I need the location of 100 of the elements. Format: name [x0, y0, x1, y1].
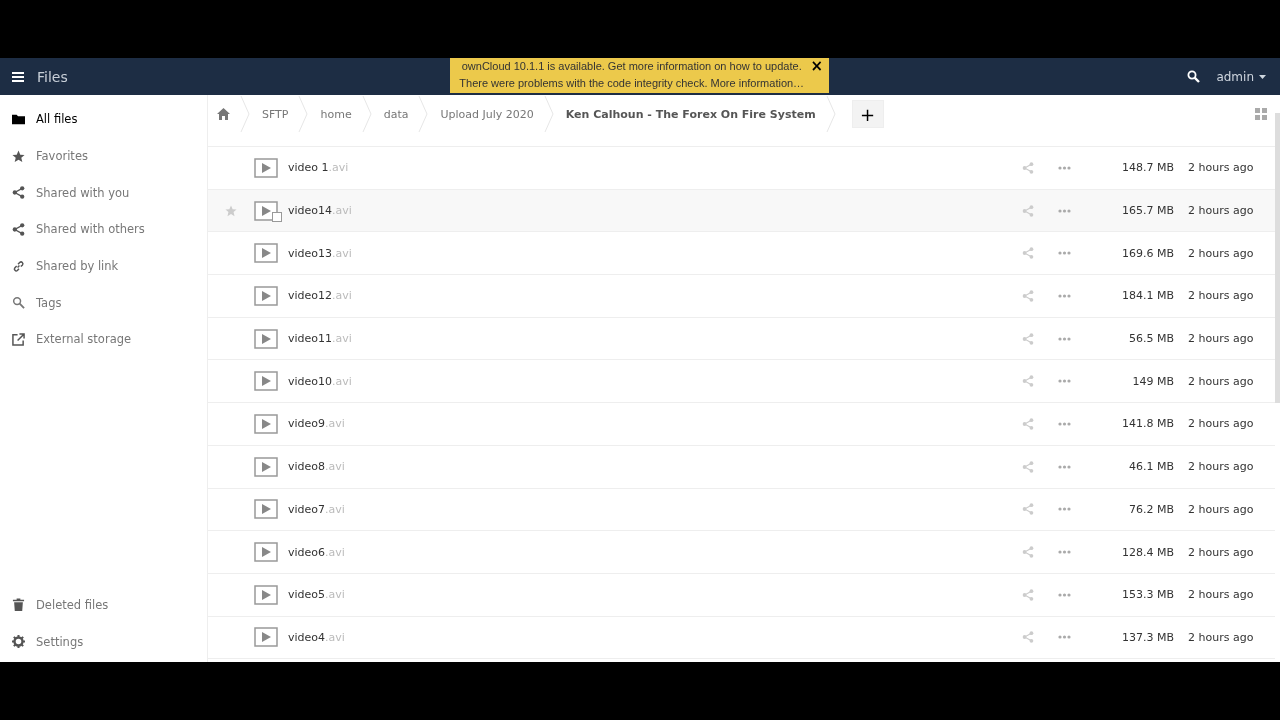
- sidebar-item[interactable]: Shared with others: [0, 211, 207, 248]
- more-icon[interactable]: [1058, 165, 1071, 170]
- more-icon[interactable]: [1058, 592, 1071, 597]
- file-name[interactable]: video12.avi: [288, 289, 352, 303]
- notification-text[interactable]: There were problems with the code integrity check. More information…: [459, 75, 805, 92]
- file-name[interactable]: video4.avi: [288, 630, 345, 644]
- breadcrumb[interactable]: Upload July 2020: [440, 107, 534, 121]
- file-row[interactable]: video10.avi 149 MB 2 hours ago: [208, 360, 1275, 404]
- file-size: 153.3 MB: [1120, 588, 1174, 602]
- star-icon: [12, 149, 25, 163]
- share-icon[interactable]: [1022, 375, 1034, 388]
- file-row[interactable]: video4.avi 137.3 MB 2 hours ago: [208, 616, 1275, 660]
- user-menu[interactable]: admin: [1216, 69, 1266, 84]
- new-button[interactable]: +: [851, 100, 884, 128]
- breadcrumb[interactable]: data: [383, 107, 409, 121]
- breadcrumb-separator: [543, 96, 554, 132]
- modified-time: 2 hours ago: [1187, 417, 1255, 431]
- file-name[interactable]: video 1.avi: [288, 161, 349, 175]
- more-icon[interactable]: [1058, 208, 1071, 213]
- breadcrumb-separator: [298, 96, 309, 132]
- settings-icon: [12, 635, 25, 649]
- file-size: 165.7 MB: [1120, 204, 1174, 218]
- sidebar-item[interactable]: Settings: [0, 623, 207, 660]
- file-row[interactable]: video13.avi 169.6 MB 2 hours ago: [208, 232, 1275, 276]
- file-name[interactable]: video10.avi: [288, 374, 352, 388]
- home-icon[interactable]: [217, 108, 230, 120]
- close-button[interactable]: ×: [810, 58, 823, 74]
- sidebar-item[interactable]: Favorites: [0, 137, 207, 175]
- modified-time: 2 hours ago: [1187, 460, 1255, 474]
- modified-time: 2 hours ago: [1187, 204, 1255, 218]
- file-row[interactable]: video11.avi 56.5 MB 2 hours ago: [208, 317, 1275, 361]
- breadcrumb[interactable]: Ken Calhoun - The Forex On Fire System: [565, 107, 816, 121]
- modified-time: 2 hours ago: [1187, 588, 1255, 602]
- app-title[interactable]: Files: [37, 68, 68, 85]
- video-file-icon: [254, 200, 278, 221]
- more-icon[interactable]: [1058, 379, 1071, 384]
- search-icon[interactable]: [1187, 70, 1201, 83]
- more-icon[interactable]: [1058, 251, 1071, 256]
- file-row[interactable]: video7.avi 76.2 MB 2 hours ago: [208, 488, 1275, 532]
- notification-text[interactable]: ownCloud 10.1.1 is available. Get more information on how to update.: [461, 58, 802, 75]
- share-icon[interactable]: [1022, 546, 1034, 559]
- share-icon[interactable]: [1022, 289, 1034, 302]
- video-file-icon: [254, 371, 278, 392]
- more-icon[interactable]: [1058, 464, 1071, 469]
- share-icon: [12, 186, 25, 200]
- file-name[interactable]: video11.avi: [288, 332, 352, 346]
- file-row[interactable]: video14.avi 165.7 MB 2 hours ago: [208, 189, 1275, 233]
- share-icon[interactable]: [1022, 631, 1034, 644]
- sidebar-item[interactable]: External storage: [0, 321, 207, 358]
- more-icon[interactable]: [1058, 507, 1071, 512]
- file-row[interactable]: video 1.avi 148.7 MB 2 hours ago: [208, 147, 1275, 190]
- share-icon[interactable]: [1022, 247, 1034, 260]
- file-size: 137.3 MB: [1120, 630, 1174, 644]
- share-icon[interactable]: [1022, 460, 1034, 473]
- video-file-icon: [254, 584, 278, 605]
- video-file-icon: [254, 627, 278, 648]
- breadcrumb-separator: [418, 96, 429, 132]
- search-icon: [12, 296, 25, 310]
- sidebar-item[interactable]: Deleted files: [0, 586, 207, 624]
- breadcrumb-separator: [361, 96, 372, 132]
- share-icon[interactable]: [1022, 332, 1034, 345]
- sidebar-item[interactable]: All files: [0, 101, 207, 138]
- file-name[interactable]: video7.avi: [288, 502, 345, 516]
- file-name[interactable]: video8.avi: [288, 460, 345, 474]
- file-name[interactable]: video5.avi: [288, 588, 345, 602]
- file-row[interactable]: video5.avi 153.3 MB 2 hours ago: [208, 573, 1275, 617]
- checkbox[interactable]: [272, 211, 282, 222]
- file-row[interactable]: video12.avi 184.1 MB 2 hours ago: [208, 275, 1275, 318]
- more-icon[interactable]: [1058, 635, 1071, 640]
- file-size: 169.6 MB: [1120, 246, 1174, 260]
- sidebar-item[interactable]: Shared by link: [0, 247, 207, 285]
- share-icon: [12, 222, 25, 236]
- breadcrumb[interactable]: SFTP: [262, 107, 289, 121]
- sidebar-item[interactable]: Shared with you: [0, 174, 207, 212]
- share-icon[interactable]: [1022, 161, 1034, 174]
- file-name[interactable]: video14.avi: [288, 204, 352, 218]
- grid-view-icon[interactable]: [1255, 108, 1267, 120]
- file-name[interactable]: video6.avi: [288, 545, 345, 559]
- star-icon[interactable]: [225, 204, 237, 217]
- file-size: 56.5 MB: [1127, 332, 1174, 346]
- more-icon[interactable]: [1058, 550, 1071, 555]
- more-icon[interactable]: [1058, 293, 1071, 298]
- file-name[interactable]: video13.avi: [288, 246, 352, 260]
- share-icon[interactable]: [1022, 503, 1034, 516]
- share-icon[interactable]: [1022, 417, 1034, 430]
- video-file-icon: [254, 285, 278, 306]
- file-row[interactable]: video8.avi 46.1 MB 2 hours ago: [208, 445, 1275, 489]
- share-icon[interactable]: [1022, 204, 1034, 217]
- sidebar-item[interactable]: Tags: [0, 284, 207, 322]
- more-icon[interactable]: [1058, 421, 1071, 426]
- file-name[interactable]: video9.avi: [288, 417, 345, 431]
- breadcrumb[interactable]: home: [320, 107, 352, 121]
- file-size: 184.1 MB: [1120, 289, 1174, 303]
- video-file-icon: [254, 157, 278, 178]
- file-row[interactable]: video9.avi 141.8 MB 2 hours ago: [208, 403, 1275, 446]
- share-icon[interactable]: [1022, 588, 1034, 601]
- menu-icon[interactable]: [12, 71, 24, 82]
- more-icon[interactable]: [1058, 336, 1071, 341]
- modified-time: 2 hours ago: [1187, 246, 1255, 260]
- file-row[interactable]: video6.avi 128.4 MB 2 hours ago: [208, 531, 1275, 574]
